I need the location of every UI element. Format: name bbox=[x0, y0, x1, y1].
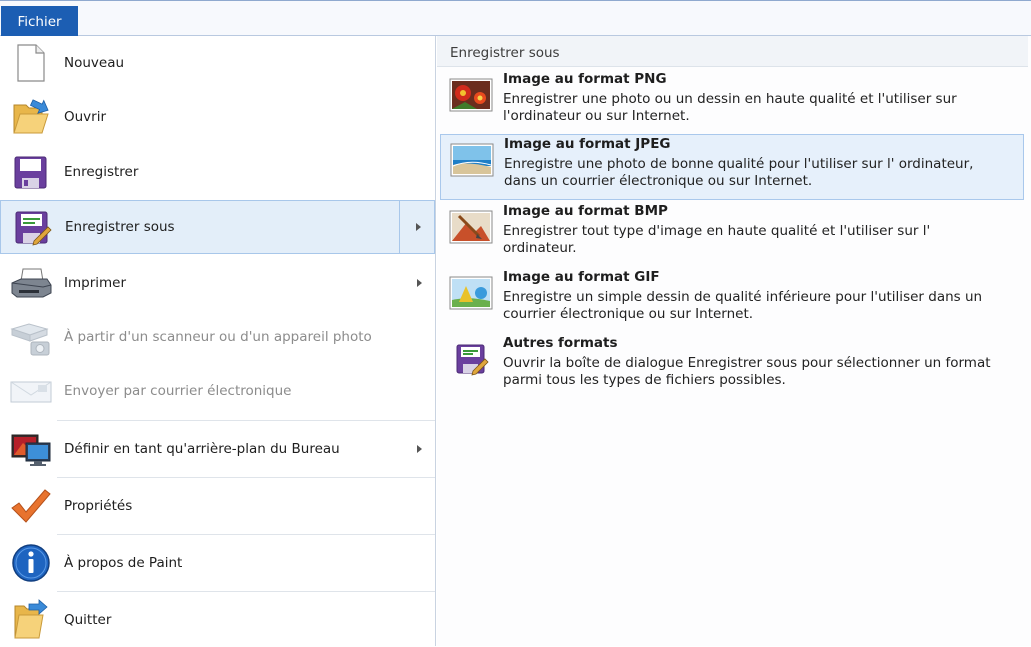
menu-item-label: À partir d'un scanneur ou d'un appareil … bbox=[64, 329, 372, 345]
format-item-gif[interactable]: Image au format GIF Enregistre un simple… bbox=[440, 268, 1024, 332]
file-menu-tab[interactable]: Fichier bbox=[1, 6, 78, 37]
email-icon bbox=[9, 369, 53, 413]
menu-item-enregistrer[interactable]: Enregistrer bbox=[0, 145, 435, 199]
jpeg-image-icon bbox=[450, 143, 494, 177]
submenu-arrow-icon bbox=[417, 279, 422, 287]
menu-item-label: À propos de Paint bbox=[64, 555, 183, 571]
open-folder-icon bbox=[9, 95, 53, 139]
menu-item-label: Imprimer bbox=[64, 275, 127, 291]
menu-separator bbox=[57, 420, 435, 421]
blank-page-icon bbox=[9, 41, 53, 85]
save-as-submenu: Enregistrer sous Image au format PNG Enr… bbox=[437, 36, 1031, 646]
top-bar: Fichier bbox=[0, 0, 1031, 37]
format-description: Enregistre un simple dessin de qualité i… bbox=[503, 289, 983, 322]
info-icon bbox=[9, 541, 53, 585]
submenu-title: Enregistrer sous bbox=[450, 45, 560, 61]
format-description: Enregistrer une photo ou un dessin en ha… bbox=[503, 91, 957, 124]
format-title: Image au format BMP bbox=[503, 203, 668, 219]
menu-item-ouvrir[interactable]: Ouvrir bbox=[0, 90, 435, 144]
png-image-icon bbox=[449, 78, 493, 112]
printer-icon bbox=[9, 261, 53, 305]
menu-item-label: Ouvrir bbox=[64, 109, 107, 125]
submenu-arrow-icon bbox=[416, 223, 421, 231]
format-title: Autres formats bbox=[503, 335, 618, 351]
menu-separator bbox=[57, 591, 435, 592]
gif-image-icon bbox=[449, 276, 493, 310]
format-title: Image au format GIF bbox=[503, 269, 660, 285]
menu-item-scanner[interactable]: À partir d'un scanneur ou d'un appareil … bbox=[0, 310, 435, 364]
format-title: Image au format PNG bbox=[503, 71, 667, 87]
format-item-other[interactable]: Autres formats Ouvrir la boîte de dialog… bbox=[440, 334, 1024, 398]
menu-item-arriere-plan[interactable]: Définir en tant qu'arrière-plan du Burea… bbox=[0, 422, 435, 476]
format-description: Enregistrer tout type d'image en haute q… bbox=[503, 223, 931, 256]
format-title: Image au format JPEG bbox=[504, 136, 671, 152]
menu-item-envoyer-courriel[interactable]: Envoyer par courrier électronique bbox=[0, 364, 435, 418]
submenu-header: Enregistrer sous bbox=[437, 36, 1028, 67]
file-menu-pane: Nouveau Ouvrir Enregistrer Enregistrer s… bbox=[0, 36, 436, 646]
menu-item-label: Enregistrer sous bbox=[65, 219, 175, 235]
menu-item-label: Envoyer par courrier électronique bbox=[64, 383, 292, 399]
format-item-bmp[interactable]: Image au format BMP Enregistrer tout typ… bbox=[440, 202, 1024, 266]
menu-item-label: Nouveau bbox=[64, 55, 125, 71]
menu-item-quitter[interactable]: Quitter bbox=[0, 593, 435, 647]
menu-separator bbox=[57, 477, 435, 478]
format-item-jpeg[interactable]: Image au format JPEG Enregistre une phot… bbox=[440, 134, 1024, 200]
menu-item-a-propos[interactable]: À propos de Paint bbox=[0, 536, 435, 590]
menu-item-imprimer[interactable]: Imprimer bbox=[0, 256, 435, 310]
format-item-png[interactable]: Image au format PNG Enregistrer une phot… bbox=[440, 70, 1024, 134]
menu-item-label: Enregistrer bbox=[64, 164, 139, 180]
scanner-icon bbox=[9, 315, 53, 359]
menu-item-label: Définir en tant qu'arrière-plan du Burea… bbox=[64, 441, 340, 457]
menu-item-label: Quitter bbox=[64, 612, 112, 628]
menu-item-label: Propriétés bbox=[64, 498, 133, 514]
checkmark-icon bbox=[9, 484, 53, 528]
other-formats-icon bbox=[449, 342, 493, 376]
menu-item-proprietes[interactable]: Propriétés bbox=[0, 479, 435, 533]
menu-item-enregistrer-sous[interactable]: Enregistrer sous bbox=[0, 200, 435, 254]
bmp-image-icon bbox=[449, 210, 493, 244]
exit-icon bbox=[9, 598, 53, 642]
menu-item-nouveau[interactable]: Nouveau bbox=[0, 36, 435, 90]
save-as-icon bbox=[10, 205, 54, 249]
menu-separator bbox=[57, 534, 435, 535]
format-description: Ouvrir la boîte de dialogue Enregistrer … bbox=[503, 355, 991, 388]
format-description: Enregistre une photo de bonne qualité po… bbox=[504, 156, 974, 189]
submenu-arrow-icon bbox=[417, 445, 422, 453]
floppy-disk-icon bbox=[9, 150, 53, 194]
desktop-background-icon bbox=[9, 427, 53, 471]
